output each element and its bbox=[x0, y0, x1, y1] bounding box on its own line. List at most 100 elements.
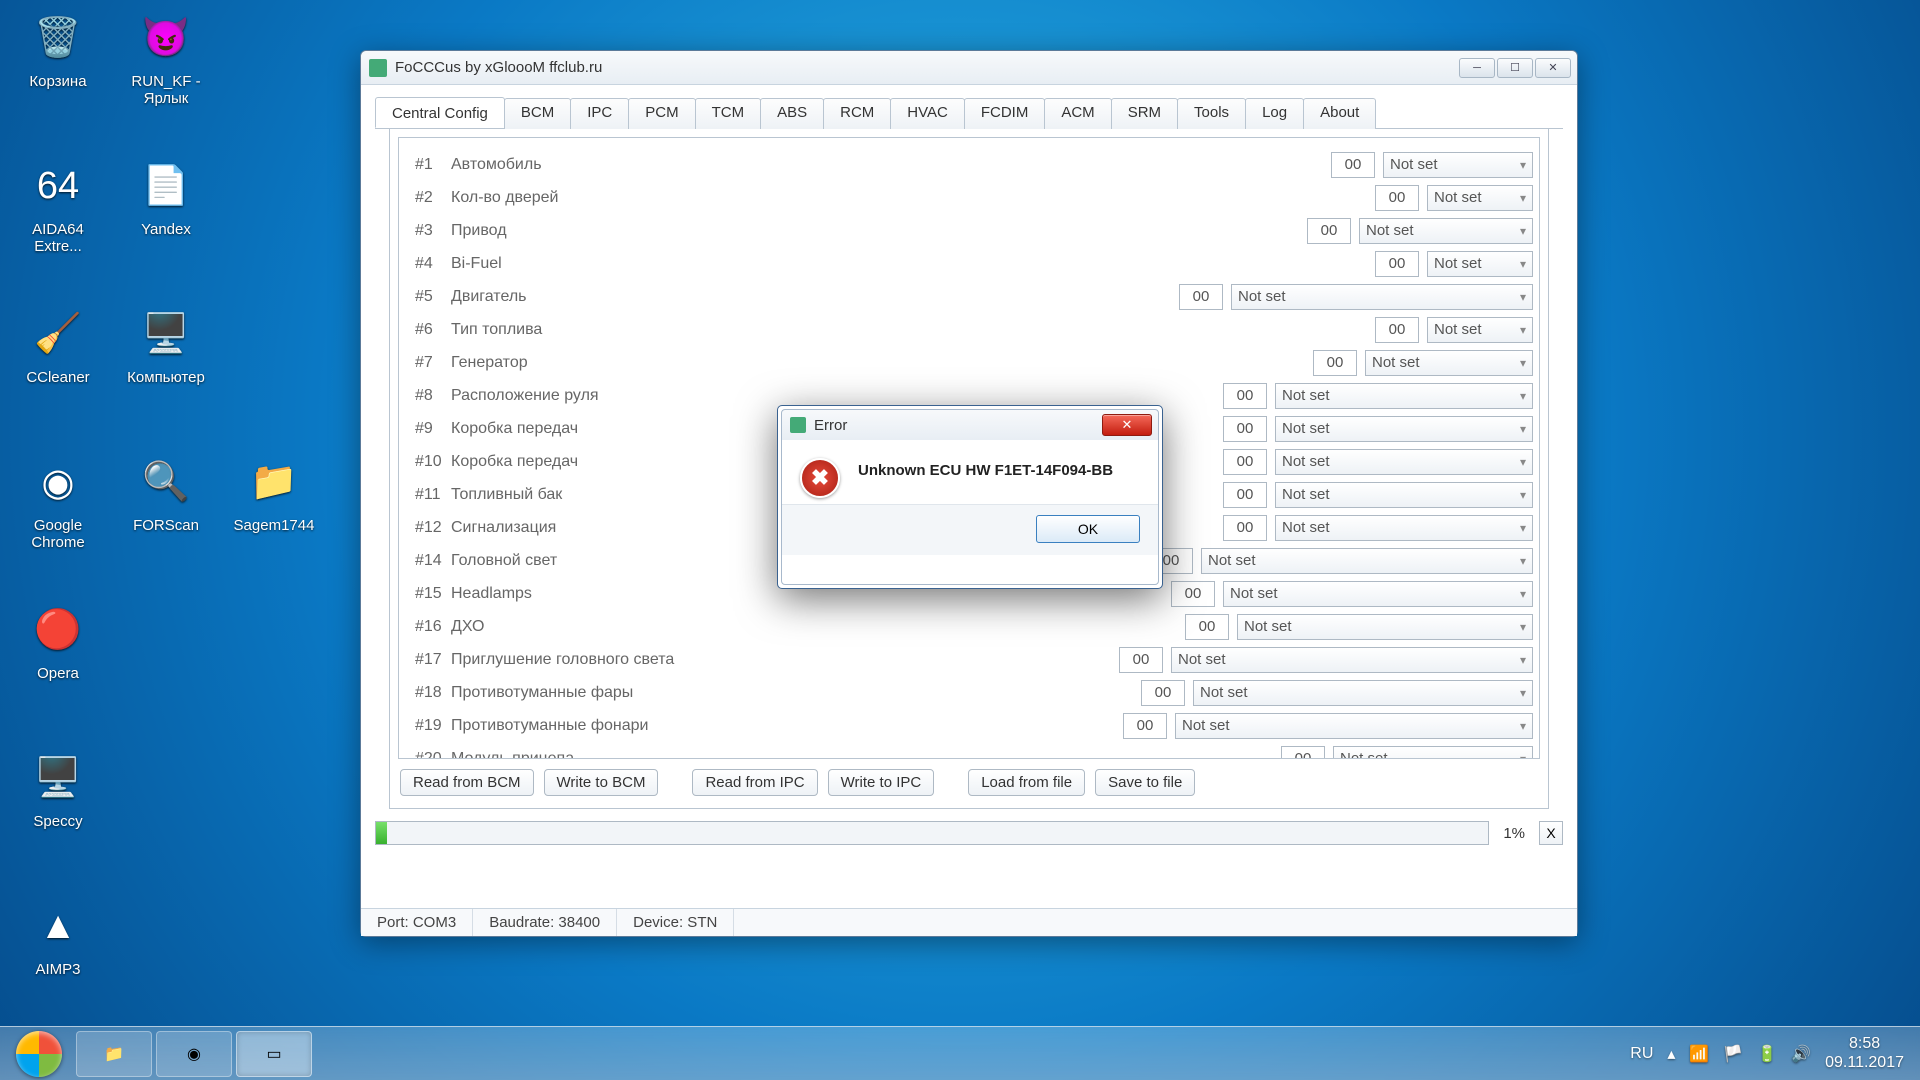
row-value-select[interactable]: Not set bbox=[1383, 152, 1533, 178]
row-code-input[interactable] bbox=[1171, 581, 1215, 607]
maximize-button[interactable]: ☐ bbox=[1497, 58, 1533, 78]
start-button[interactable] bbox=[6, 1031, 72, 1077]
dialog-ok-button[interactable]: OK bbox=[1036, 515, 1140, 543]
row-code-input[interactable] bbox=[1375, 251, 1419, 277]
desktop-icon-компьютер[interactable]: 🖥️Компьютер bbox=[116, 302, 216, 386]
row-value-select[interactable]: Not set bbox=[1237, 614, 1533, 640]
row-code-input[interactable] bbox=[1223, 416, 1267, 442]
taskbar-focccus[interactable]: ▭ bbox=[236, 1031, 312, 1077]
taskbar-explorer[interactable]: 📁 bbox=[76, 1031, 152, 1077]
config-row: #16ДХОNot set bbox=[405, 610, 1533, 643]
row-value-select[interactable]: Not set bbox=[1275, 383, 1533, 409]
row-name: Автомобиль bbox=[451, 156, 1331, 174]
desktop-icon-label: Opera bbox=[8, 665, 108, 682]
row-code-input[interactable] bbox=[1119, 647, 1163, 673]
row-code-input[interactable] bbox=[1223, 449, 1267, 475]
dialog-close-button[interactable]: ✕ bbox=[1102, 414, 1152, 436]
row-value-select[interactable]: Not set bbox=[1175, 713, 1533, 739]
row-code-input[interactable] bbox=[1375, 317, 1419, 343]
row-index: #17 bbox=[405, 651, 451, 669]
row-value-select[interactable]: Not set bbox=[1275, 449, 1533, 475]
tab-tools[interactable]: Tools bbox=[1177, 98, 1246, 129]
row-code-input[interactable] bbox=[1123, 713, 1167, 739]
row-value-select[interactable]: Not set bbox=[1359, 218, 1533, 244]
row-value-select[interactable]: Not set bbox=[1193, 680, 1533, 706]
desktop-icon-forscan[interactable]: 🔍FORScan bbox=[116, 450, 216, 534]
row-value-select[interactable]: Not set bbox=[1275, 416, 1533, 442]
tray-clock[interactable]: 8:58 09.11.2017 bbox=[1825, 1035, 1904, 1072]
row-value-select[interactable]: Not set bbox=[1201, 548, 1533, 574]
row-index: #3 bbox=[405, 222, 451, 240]
desktop-icon-speccy[interactable]: 🖥️Speccy bbox=[8, 746, 108, 830]
row-value-select[interactable]: Not set bbox=[1427, 251, 1533, 277]
tray-date: 09.11.2017 bbox=[1825, 1054, 1904, 1072]
desktop-icon-aida64-extre-[interactable]: 64AIDA64 Extre... bbox=[8, 154, 108, 256]
minimize-button[interactable]: ─ bbox=[1459, 58, 1495, 78]
desktop-icon-label: Компьютер bbox=[116, 369, 216, 386]
row-value-select[interactable]: Not set bbox=[1275, 515, 1533, 541]
write-to-ipc-button[interactable]: Write to IPC bbox=[828, 769, 935, 796]
row-code-input[interactable] bbox=[1281, 746, 1325, 760]
tab-ipc[interactable]: IPC bbox=[570, 98, 629, 129]
row-code-input[interactable] bbox=[1307, 218, 1351, 244]
row-code-input[interactable] bbox=[1179, 284, 1223, 310]
tab-tcm[interactable]: TCM bbox=[695, 98, 762, 129]
tab-central-config[interactable]: Central Config bbox=[375, 97, 505, 128]
row-value-select[interactable]: Not set bbox=[1223, 581, 1533, 607]
dialog-titlebar[interactable]: Error ✕ bbox=[782, 410, 1158, 440]
tray-volume-icon[interactable]: 🔊 bbox=[1791, 1044, 1811, 1064]
status-baudrate: Baudrate: 38400 bbox=[473, 909, 617, 936]
row-code-input[interactable] bbox=[1223, 482, 1267, 508]
tab-rcm[interactable]: RCM bbox=[823, 98, 891, 129]
tray-language[interactable]: RU bbox=[1630, 1045, 1653, 1063]
desktop-icon-run-kf-ярлык[interactable]: 😈RUN_KF - Ярлык bbox=[116, 6, 216, 108]
tab-abs[interactable]: ABS bbox=[760, 98, 824, 129]
tab-about[interactable]: About bbox=[1303, 98, 1376, 129]
row-index: #11 bbox=[405, 486, 451, 504]
row-value-select[interactable]: Not set bbox=[1365, 350, 1533, 376]
tab-log[interactable]: Log bbox=[1245, 98, 1304, 129]
write-to-bcm-button[interactable]: Write to BCM bbox=[544, 769, 659, 796]
row-code-input[interactable] bbox=[1141, 680, 1185, 706]
save-to-file-button[interactable]: Save to file bbox=[1095, 769, 1195, 796]
desktop-icon-google-chrome[interactable]: ◉Google Chrome bbox=[8, 450, 108, 552]
load-from-file-button[interactable]: Load from file bbox=[968, 769, 1085, 796]
tab-fcdim[interactable]: FCDIM bbox=[964, 98, 1046, 129]
tab-pcm[interactable]: PCM bbox=[628, 98, 695, 129]
row-code-input[interactable] bbox=[1331, 152, 1375, 178]
row-value-select[interactable]: Not set bbox=[1231, 284, 1533, 310]
desktop-icon-ccleaner[interactable]: 🧹CCleaner bbox=[8, 302, 108, 386]
read-from-ipc-button[interactable]: Read from IPC bbox=[692, 769, 817, 796]
row-value-select[interactable]: Not set bbox=[1275, 482, 1533, 508]
titlebar[interactable]: FoCCCus by xGloooM ffclub.ru ─ ☐ ✕ bbox=[361, 51, 1577, 85]
row-value-select[interactable]: Not set bbox=[1427, 317, 1533, 343]
row-code-input[interactable] bbox=[1185, 614, 1229, 640]
taskbar: 📁 ◉ ▭ RU ▴ 📶 🏳️ 🔋 🔊 8:58 09.11.2017 bbox=[0, 1026, 1920, 1080]
row-code-input[interactable] bbox=[1313, 350, 1357, 376]
tab-acm[interactable]: ACM bbox=[1044, 98, 1111, 129]
row-value-select[interactable]: Not set bbox=[1171, 647, 1533, 673]
progress-cancel-button[interactable]: X bbox=[1539, 821, 1563, 845]
desktop-icon-sagem1744[interactable]: 📁Sagem1744 bbox=[224, 450, 324, 534]
row-value-select[interactable]: Not set bbox=[1427, 185, 1533, 211]
row-value-select[interactable]: Not set bbox=[1333, 746, 1533, 760]
desktop-icon-aimp3[interactable]: ▲AIMP3 bbox=[8, 894, 108, 978]
progress-percent: 1% bbox=[1503, 825, 1525, 842]
taskbar-chrome[interactable]: ◉ bbox=[156, 1031, 232, 1077]
row-code-input[interactable] bbox=[1223, 515, 1267, 541]
tab-srm[interactable]: SRM bbox=[1111, 98, 1178, 129]
tray-show-hidden-icon[interactable]: ▴ bbox=[1667, 1044, 1675, 1064]
desktop-icon-opera[interactable]: 🔴Opera bbox=[8, 598, 108, 682]
row-code-input[interactable] bbox=[1223, 383, 1267, 409]
read-from-bcm-button[interactable]: Read from BCM bbox=[400, 769, 534, 796]
tab-hvac[interactable]: HVAC bbox=[890, 98, 965, 129]
tab-bcm[interactable]: BCM bbox=[504, 98, 571, 129]
tray-action-center-icon[interactable]: 🏳️ bbox=[1723, 1044, 1743, 1064]
tray-battery-icon[interactable]: 🔋 bbox=[1757, 1044, 1777, 1064]
desktop-icon-yandex[interactable]: 📄Yandex bbox=[116, 154, 216, 238]
row-code-input[interactable] bbox=[1375, 185, 1419, 211]
tray-network-icon[interactable]: 📶 bbox=[1689, 1044, 1709, 1064]
close-button[interactable]: ✕ bbox=[1535, 58, 1571, 78]
config-row: #5ДвигательNot set bbox=[405, 280, 1533, 313]
desktop-icon-корзина[interactable]: 🗑️Корзина bbox=[8, 6, 108, 90]
